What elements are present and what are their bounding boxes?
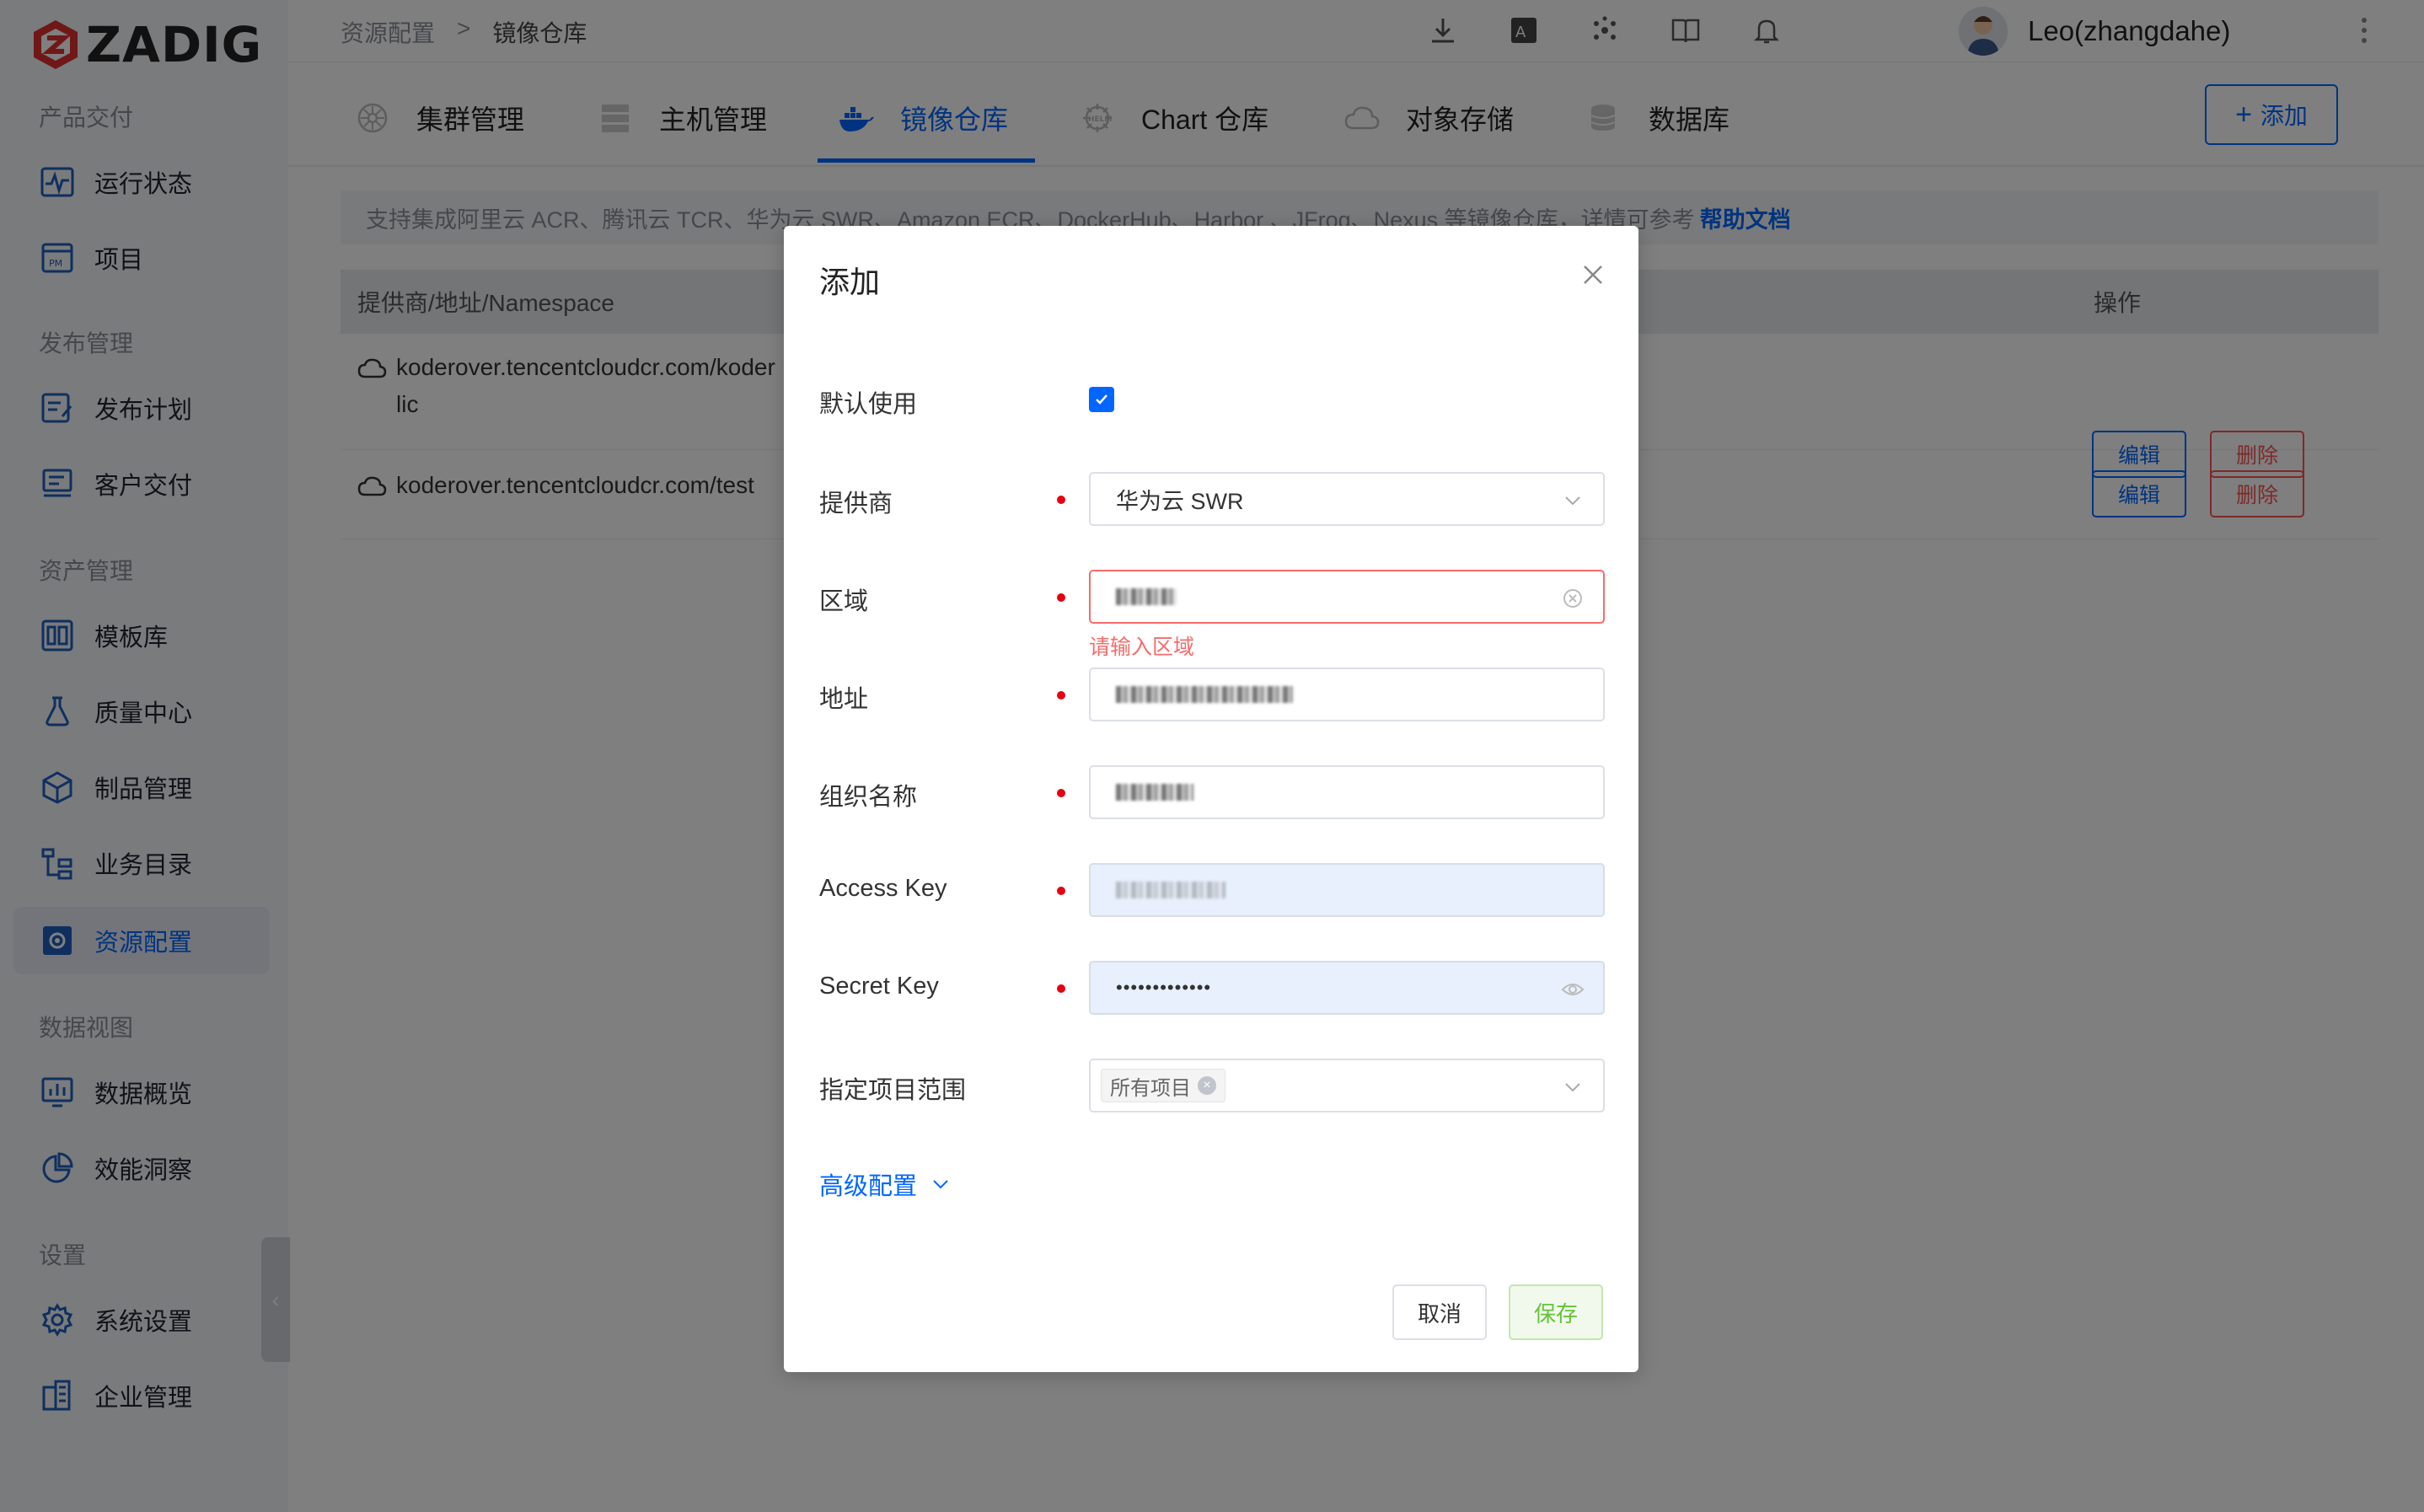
cancel-button[interactable]: 取消 [1392,1284,1487,1340]
secret-key-input[interactable]: ••••••••••••• [1089,961,1605,1015]
region-error: 请输入区域 [1089,635,1195,659]
form-row-address: 地址 [819,668,1605,721]
advanced-config-toggle[interactable]: 高级配置 [819,1166,951,1202]
default-use-checkbox[interactable] [1089,387,1114,412]
field-label: 指定项目范围 [819,1077,967,1104]
tag-label: 所有项目 [1110,1076,1191,1100]
redacted-value [1116,882,1225,898]
add-registry-dialog: 添加 默认使用 提供商 华为云 SWR 区域 请输入区域 地址 组织名称 Acc… [784,226,1638,1372]
tag-remove-icon[interactable]: × [1198,1076,1216,1095]
form-row-access-key: Access Key [819,863,1605,917]
form-row-provider: 提供商 华为云 SWR [819,472,1605,526]
chevron-down-icon [1565,496,1580,506]
required-marker [1057,887,1065,895]
provider-value: 华为云 SWR [1116,488,1244,514]
project-tag: 所有项目 × [1101,1069,1225,1102]
field-label: 默认使用 [819,391,918,418]
form-row-region: 区域 [819,570,1605,624]
secret-key-masked: ••••••••••••• [1116,977,1212,998]
required-marker [1057,496,1065,504]
clear-icon[interactable] [1561,587,1585,610]
eye-icon[interactable] [1561,978,1585,1001]
close-icon[interactable] [1581,263,1605,287]
project-scope-select[interactable]: 所有项目 × [1089,1059,1605,1113]
dialog-title: 添加 [819,265,881,299]
advanced-config-label: 高级配置 [819,1173,918,1200]
access-key-input[interactable] [1089,863,1605,917]
redacted-value [1116,588,1177,605]
organization-input[interactable] [1089,765,1605,819]
save-button[interactable]: 保存 [1509,1284,1603,1340]
form-row-secret-key: Secret Key ••••••••••••• [819,961,1605,1015]
chevron-down-icon [933,1180,948,1189]
field-label: 组织名称 [819,784,918,811]
field-label: 区域 [819,588,869,615]
address-input[interactable] [1089,668,1605,721]
form-row-default: 默认使用 [819,373,1603,426]
form-row-org: 组织名称 [819,765,1605,819]
field-label: 地址 [819,686,869,713]
field-label: 提供商 [819,491,893,517]
provider-select[interactable]: 华为云 SWR [1089,472,1605,526]
check-icon [1096,394,1107,405]
chevron-down-icon [1565,1083,1580,1092]
field-label: Secret Key [819,973,939,1000]
redacted-value [1116,686,1293,703]
field-label: Access Key [819,875,947,902]
redacted-value [1116,784,1193,801]
region-input[interactable] [1089,570,1605,624]
required-marker [1057,789,1065,797]
required-marker [1057,593,1065,602]
required-marker [1057,691,1065,700]
form-row-project-scope: 指定项目范围 所有项目 × [819,1059,1605,1113]
required-marker [1057,984,1065,993]
